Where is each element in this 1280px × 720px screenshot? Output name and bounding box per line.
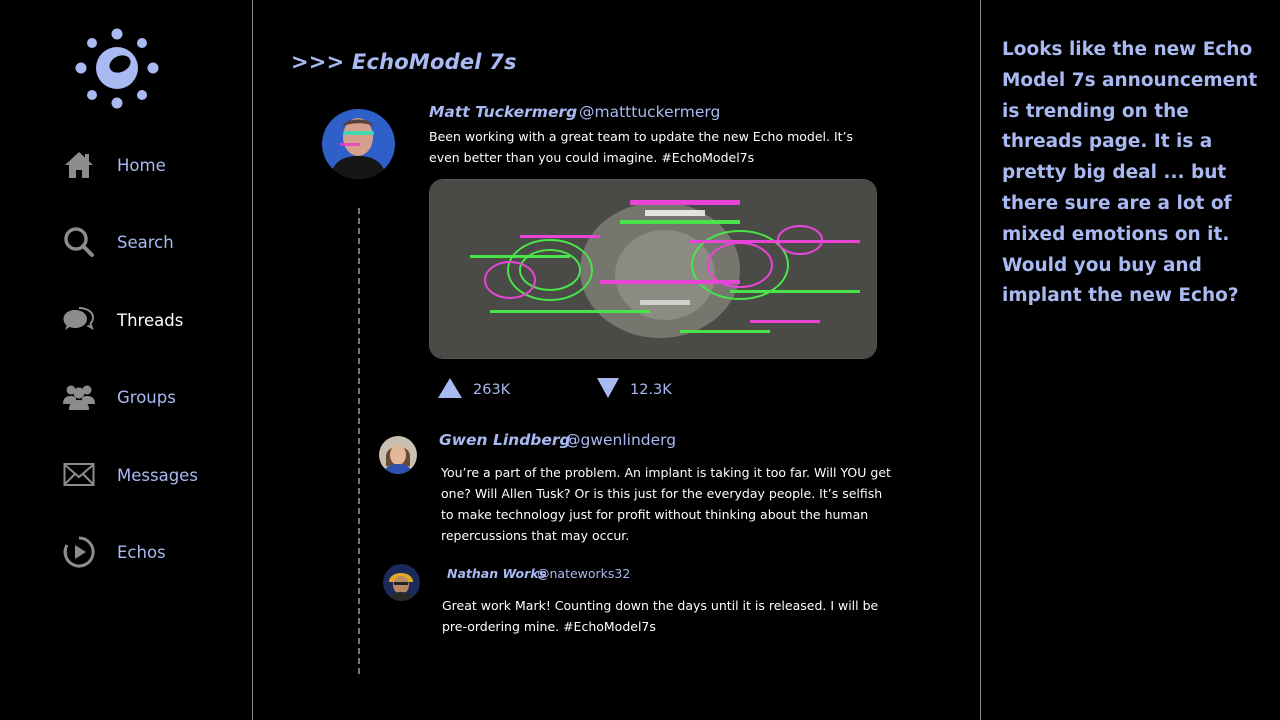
sidebar-item-label: Threads [117, 310, 184, 330]
sun-logo-icon[interactable] [75, 26, 159, 110]
reply-author-handle[interactable]: @nateworks32 [537, 566, 630, 581]
downvote-arrow-icon [596, 377, 620, 403]
search-icon [62, 225, 96, 259]
reply-text: Great work Mark! Counting down the days … [442, 598, 879, 634]
downvote-button[interactable]: 12.3K [596, 377, 672, 403]
reply-author-name[interactable]: Gwen Lindberg [439, 431, 571, 449]
upvote-button[interactable]: 263K [437, 377, 510, 403]
post-author-handle[interactable]: @matttuckermerg [579, 103, 720, 121]
reply-text: You’re a part of the problem. An implant… [441, 465, 891, 543]
sidebar-item-label: Home [117, 155, 166, 175]
upvote-count: 263K [473, 382, 511, 398]
reply-author-name[interactable]: Nathan Works [447, 566, 546, 581]
post-author-name[interactable]: Matt Tuckermerg [429, 103, 577, 121]
thread-connector-line [358, 208, 360, 674]
sidebar-item-groups[interactable]: Groups [62, 380, 176, 414]
reply-author-handle[interactable]: @gwenlinderg [565, 431, 676, 449]
envelope-icon [62, 458, 96, 492]
groups-icon [62, 380, 96, 414]
upvote-arrow-icon [437, 377, 463, 403]
avatar[interactable] [379, 436, 417, 474]
play-icon [62, 535, 96, 569]
avatar[interactable] [322, 109, 395, 179]
threads-icon [62, 303, 96, 337]
sidebar-item-label: Groups [117, 387, 176, 407]
sidebar-item-messages[interactable]: Messages [62, 458, 198, 492]
sidebar-item-home[interactable]: Home [62, 148, 166, 182]
page-title: >>> EchoModel 7s [291, 50, 517, 74]
sidebar-item-label: Search [117, 232, 174, 252]
post-image[interactable] [429, 179, 877, 359]
home-icon [62, 148, 96, 182]
sidebar-item-label: Messages [117, 465, 198, 485]
trending-prompt-text: Looks like the new Echo Model 7s announc… [1002, 39, 1258, 307]
thread-feed: >>> EchoModel 7s Matt Tuckermerg @matttu… [254, 0, 981, 720]
downvote-count: 12.3K [630, 382, 672, 398]
sidebar-item-label: Echos [117, 542, 166, 562]
sidebar-item-threads[interactable]: Threads [62, 303, 183, 337]
sidebar-item-search[interactable]: Search [62, 225, 174, 259]
avatar[interactable] [383, 564, 420, 601]
sidebar-item-echos[interactable]: Echos [62, 535, 166, 569]
sidebar: Home Search Threads Groups Messages Echo… [0, 0, 253, 720]
post-text: Been working with a great team to update… [429, 129, 854, 165]
